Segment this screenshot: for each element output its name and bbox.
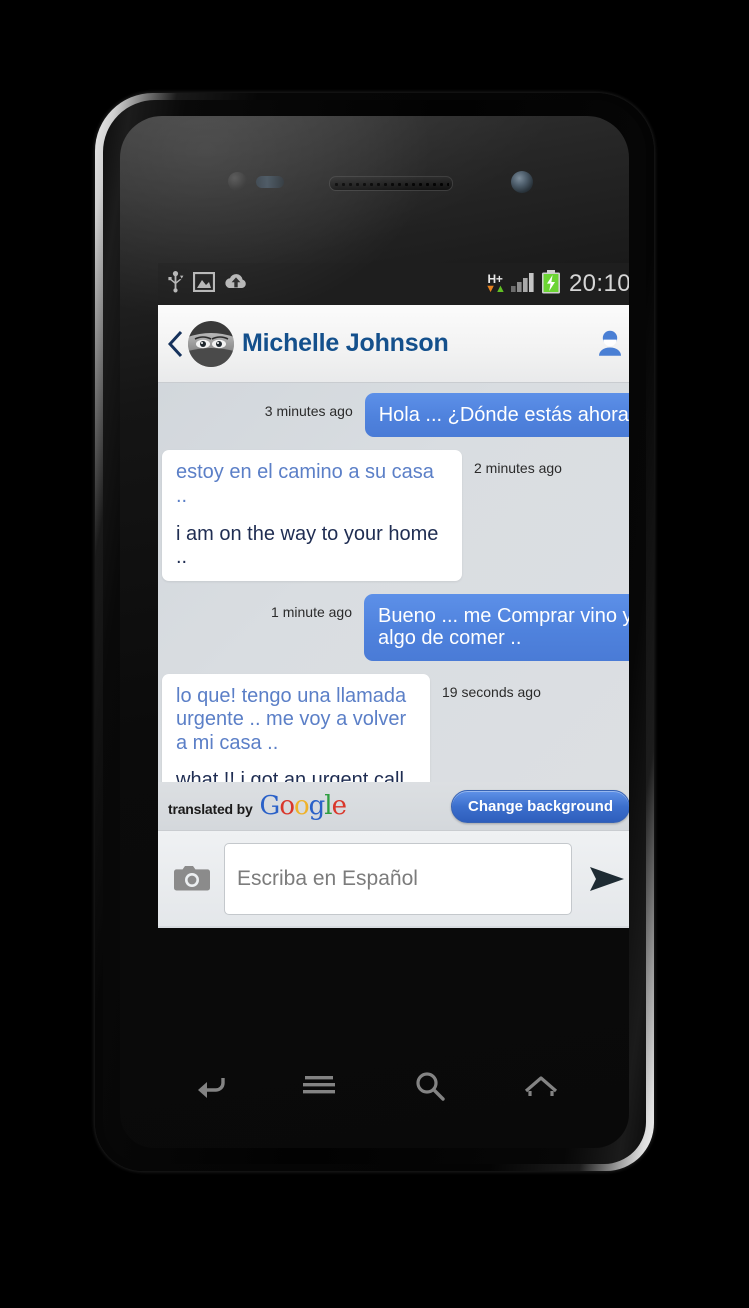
phone-body: H+ ▼▲ 20:10 Michelle Johnson 3 minutes a… [103,100,646,1164]
message-original-text: lo que! tengo una llamada urgente .. me … [176,684,407,754]
message-original-text: estoy en el camino a su casa .. [176,461,434,507]
person-icon[interactable] [594,328,626,360]
translated-by-google: translated by Google [168,791,347,821]
status-bar-right-icons: H+ ▼▲ 20:10 [485,269,629,299]
page-title: Michelle Johnson [242,329,449,357]
message-composer [158,830,629,926]
send-icon[interactable] [584,864,629,894]
message-bubble-incoming[interactable]: estoy en el camino a su casa .. i am on … [162,450,462,581]
front-camera-icon [511,171,533,193]
signal-bars-icon [510,271,535,298]
translated-by-label: translated by [168,801,253,817]
message-bubble-outgoing[interactable]: Bueno ... me Comprar vino y algo de come… [364,593,629,661]
avatar[interactable] [188,320,234,367]
back-icon[interactable] [179,1063,237,1109]
message-row-incoming: lo que! tengo una llamada urgente .. me … [158,673,629,782]
message-timestamp: 3 minutes ago [264,403,353,419]
search-icon[interactable] [401,1063,459,1109]
message-row-incoming: estoy en el camino a su casa .. i am on … [158,450,629,581]
message-row-outgoing: 3 minutes ago Hola ... ¿Dónde estás ahor… [158,393,629,438]
message-row-outgoing: 1 minute ago Bueno ... me Comprar vino y… [158,593,629,661]
phone-front-glass: H+ ▼▲ 20:10 Michelle Johnson 3 minutes a… [120,116,629,1148]
network-type-icon: H+ ▼▲ [485,272,506,295]
home-icon[interactable] [512,1063,570,1109]
google-logo: Google [259,791,347,821]
message-text: Hola ... ¿Dónde estás ahora? [378,404,629,426]
message-bubble-outgoing[interactable]: Hola ... ¿Dónde estás ahora? [364,393,629,438]
camera-icon[interactable] [172,862,212,896]
top-bezel [120,116,629,252]
usb-icon [167,270,184,298]
translate-attribution-bar: translated by Google Change background [158,782,629,830]
message-timestamp: 2 minutes ago [474,460,562,477]
message-input[interactable] [224,842,572,915]
message-timestamp: 19 seconds ago [442,683,541,700]
phone-device: H+ ▼▲ 20:10 Michelle Johnson 3 minutes a… [95,93,654,1171]
light-sensor-icon [256,176,284,188]
message-list[interactable]: 3 minutes ago Hola ... ¿Dónde estás ahor… [158,383,629,782]
phone-screen: H+ ▼▲ 20:10 Michelle Johnson 3 minutes a… [158,263,629,928]
back-chevron-icon[interactable] [162,330,188,357]
message-timestamp: 1 minute ago [271,603,352,620]
change-background-button[interactable]: Change background [450,789,629,823]
status-bar-left-icons [167,270,248,298]
proximity-sensor-icon [228,172,247,191]
earpiece-speaker-icon [329,176,453,191]
message-translated-text: what !! i got an urgent call .. i am goi… [176,769,404,782]
status-bar: H+ ▼▲ 20:10 [158,263,629,305]
navigation-bar [120,1040,629,1132]
menu-icon[interactable] [290,1063,348,1109]
status-bar-clock: 20:10 [568,270,629,297]
message-text: Bueno ... me Comprar vino y algo de come… [378,604,629,650]
screenshot-image-icon [192,271,216,297]
message-bubble-incoming[interactable]: lo que! tengo una llamada urgente .. me … [162,673,430,782]
cloud-upload-icon [224,272,248,296]
message-translated-text: i am on the way to your home .. [176,522,439,569]
battery-charging-icon [541,269,561,299]
conversation-header: Michelle Johnson [158,305,629,383]
